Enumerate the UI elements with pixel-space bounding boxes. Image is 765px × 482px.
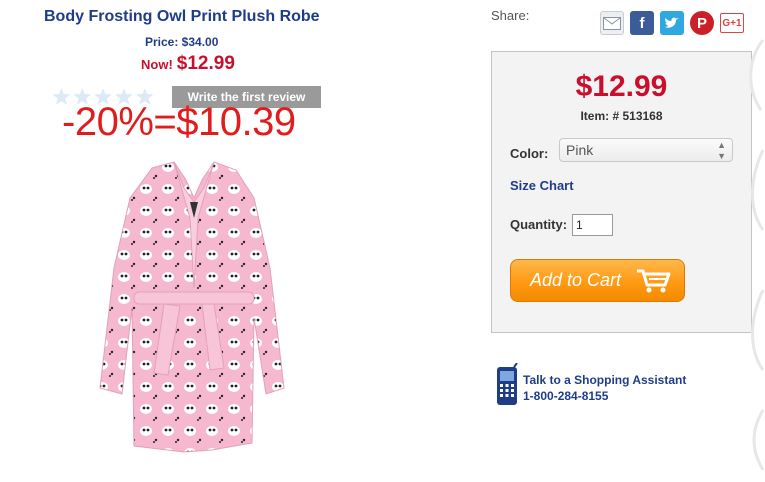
email-icon[interactable] [600, 11, 624, 35]
quantity-label: Quantity: [510, 217, 568, 232]
share-icons: f P G+1 [600, 11, 744, 35]
discount-overlay-text: -20%=$10.39 [62, 100, 296, 144]
color-select[interactable]: Pink ▲ ▼ [559, 138, 733, 162]
item-number: Item: # 513168 [580, 109, 663, 123]
shopping-cart-icon [637, 269, 671, 293]
buy-box: $12.99 Item: # 513168 Color: Pink ▲ ▼ Siz… [491, 51, 752, 333]
quantity-input[interactable]: 1 [572, 214, 613, 236]
buybox-price: $12.99 [575, 70, 668, 103]
pinterest-icon[interactable]: P [690, 11, 714, 35]
color-select-value: Pink [566, 142, 594, 158]
list-price: Price: $34.00 [145, 35, 219, 49]
phone-icon [497, 363, 518, 405]
add-to-cart-label: Add to Cart [530, 270, 622, 290]
assistant-phone-number[interactable]: 1-800-284-8155 [523, 389, 608, 403]
product-image-robe[interactable] [94, 158, 294, 458]
product-title: Body Frosting Owl Print Plush Robe [44, 8, 320, 25]
select-arrows-icon: ▲ ▼ [717, 140, 726, 161]
now-label: Now! [141, 57, 173, 72]
google-plus-icon[interactable]: G+1 [720, 13, 744, 33]
sale-price: Now! $12.99 [141, 53, 235, 75]
twitter-icon[interactable] [660, 11, 684, 35]
size-chart-link[interactable]: Size Chart [510, 178, 574, 193]
color-label: Color: [510, 146, 549, 161]
share-label: Share: [491, 8, 530, 23]
decorative-swirl [749, 39, 765, 470]
now-price: $12.99 [176, 53, 235, 74]
facebook-icon[interactable]: f [630, 11, 654, 35]
add-to-cart-button[interactable]: Add to Cart [510, 259, 685, 302]
shopping-assistant-label[interactable]: Talk to a Shopping Assistant [523, 373, 686, 387]
